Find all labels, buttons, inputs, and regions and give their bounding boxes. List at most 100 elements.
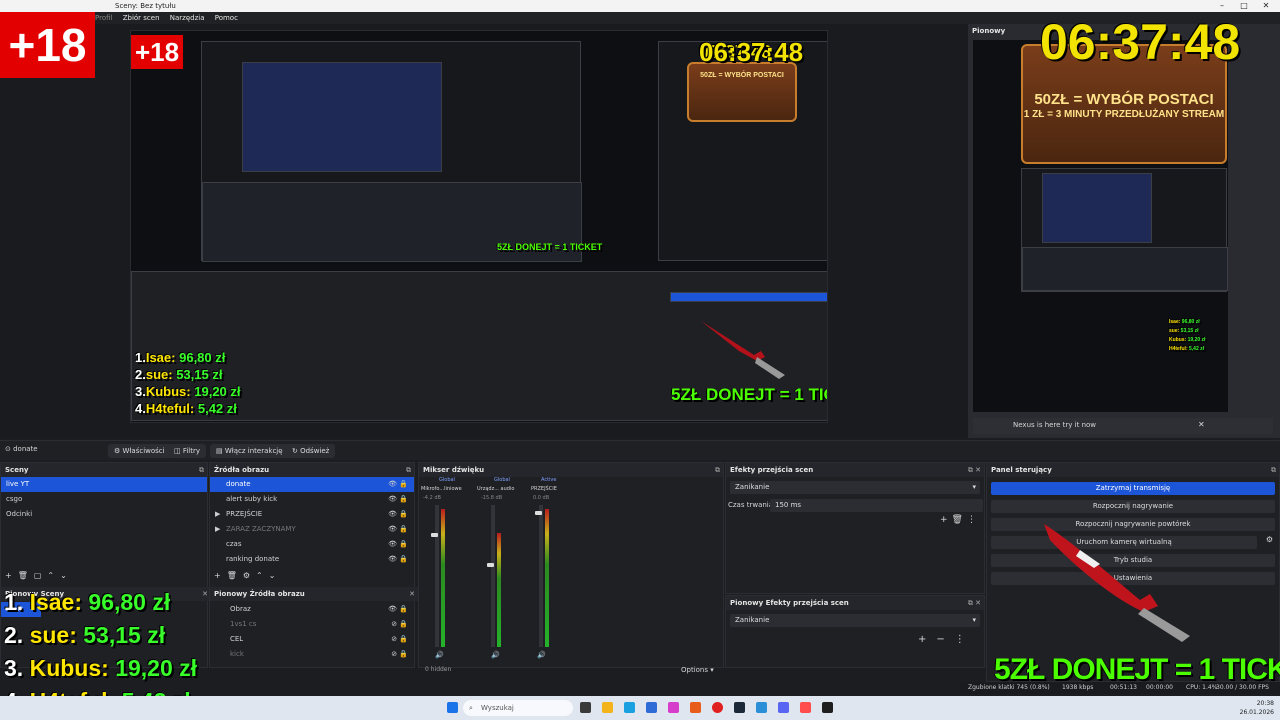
rank-row-2: 2. sue: 53,15 zł bbox=[4, 619, 197, 652]
mute-icon[interactable]: 🔊 bbox=[491, 651, 500, 659]
vertical-transition-controls[interactable]: +−⋮ bbox=[918, 634, 975, 645]
refresh-button[interactable]: ↻ Odśwież bbox=[286, 444, 336, 458]
minimize-icon[interactable]: – bbox=[1212, 0, 1232, 12]
scene-item[interactable]: Odcinki bbox=[1, 507, 207, 522]
properties-button[interactable]: ⚙ Właściwości bbox=[108, 444, 171, 458]
menu-profile[interactable]: Profil bbox=[95, 14, 112, 22]
dock-float-icon[interactable]: ⧉ bbox=[406, 463, 411, 477]
window-title-bar: Sceny: Bez tytułu – □ ✕ bbox=[0, 0, 1280, 12]
eye-lock-icon[interactable]: 👁 🔒 bbox=[388, 522, 408, 537]
sources-controls[interactable]: +🗑⚙⌃⌄ bbox=[214, 571, 281, 580]
dock-close-icon[interactable]: ⧉ ✕ bbox=[968, 596, 981, 610]
volume-meter bbox=[497, 533, 501, 647]
source-item[interactable]: alert suby kick 👁 🔒 bbox=[210, 492, 414, 507]
filters-button[interactable]: ◫ Filtry bbox=[168, 444, 207, 458]
vertical-source-item[interactable]: CEL ⊘ 🔒 bbox=[210, 632, 414, 647]
channel-name[interactable]: Mikrofo...liniowe bbox=[421, 486, 462, 492]
nexus-notification: Nexus is here try it now ✕ bbox=[973, 418, 1273, 434]
source-item[interactable]: donate 👁 🔒 bbox=[210, 477, 414, 492]
mixer-options-button[interactable]: Options ▾ bbox=[681, 666, 714, 674]
canvas-ranking: 1.Isae: 96,80 zł 2.sue: 53,15 zł 3.Kubus… bbox=[135, 349, 241, 417]
source-item[interactable]: ▶ PRZEJŚCIE 👁 🔒 bbox=[210, 507, 414, 522]
volume-fader[interactable] bbox=[487, 563, 494, 567]
eye-lock-icon[interactable]: 👁 🔒 bbox=[388, 492, 408, 507]
eye-lock-icon[interactable]: ⊘ 🔒 bbox=[391, 632, 408, 647]
gear-icon[interactable]: ⚙ bbox=[1266, 535, 1273, 544]
vertical-preview-canvas[interactable]: 50ZŁ = WYBÓR POSTACI 1 ZŁ = 3 MINUTY PRZ… bbox=[973, 40, 1228, 412]
dock-close-icon[interactable]: ✕ bbox=[409, 587, 415, 601]
record-time: 00:00:00 bbox=[1146, 684, 1173, 691]
dock-float-icon[interactable]: ⧉ bbox=[199, 463, 204, 477]
task-view-icon[interactable] bbox=[580, 702, 591, 713]
close-icon[interactable]: ✕ bbox=[1256, 0, 1276, 12]
eye-lock-icon[interactable]: 👁 🔒 bbox=[388, 602, 408, 617]
vertical-transition-select[interactable]: Zanikanie ▾ bbox=[730, 614, 980, 627]
scene-item[interactable]: csgo bbox=[1, 492, 207, 507]
mixer-header: Mikser dźwięku ⧉ bbox=[419, 463, 723, 477]
nexus-close-icon[interactable]: ✕ bbox=[1198, 420, 1205, 429]
eye-lock-icon[interactable]: 👁 🔒 bbox=[388, 552, 408, 567]
discord-icon[interactable] bbox=[778, 702, 789, 713]
menu-scene-collection[interactable]: Zbiór scen bbox=[123, 14, 160, 22]
group-expand-icon[interactable]: ▶ bbox=[215, 522, 220, 537]
source-item[interactable]: ranking donate 👁 🔒 bbox=[210, 552, 414, 567]
interact-button[interactable]: ▤ Włącz interakcję bbox=[210, 444, 289, 458]
start-recording-button[interactable]: Rozpocznij nagrywanie bbox=[991, 500, 1275, 513]
menu-tools[interactable]: Narzędzia bbox=[170, 14, 205, 22]
maximize-icon[interactable]: □ bbox=[1234, 0, 1254, 12]
eye-lock-icon[interactable]: 👁 🔒 bbox=[388, 507, 408, 522]
channel-name[interactable]: PRZEJŚCIE bbox=[531, 486, 557, 492]
file-explorer-icon[interactable] bbox=[602, 702, 613, 713]
volume-fader[interactable] bbox=[535, 511, 542, 515]
vertical-source-item[interactable]: kick ⊘ 🔒 bbox=[210, 647, 414, 662]
edge-icon[interactable] bbox=[624, 702, 635, 713]
source-item[interactable]: czas 👁 🔒 bbox=[210, 537, 414, 552]
nested-banner-line1: 50ZŁ = WYBÓR POSTACI bbox=[700, 72, 784, 79]
mute-icon[interactable]: 🔊 bbox=[537, 651, 546, 659]
mute-icon[interactable]: 🔊 bbox=[435, 651, 444, 659]
rank-value: 19,20 zł bbox=[1187, 337, 1206, 343]
app-icon[interactable] bbox=[668, 702, 679, 713]
duration-input[interactable]: 150 ms bbox=[770, 499, 983, 512]
channel-name[interactable]: Urządz... audio bbox=[477, 486, 514, 492]
opera-icon[interactable] bbox=[712, 702, 723, 713]
meter-track bbox=[491, 505, 495, 647]
volume-fader[interactable] bbox=[431, 533, 438, 537]
options-label: Options bbox=[681, 666, 709, 674]
eye-lock-icon[interactable]: 👁 🔒 bbox=[388, 537, 408, 552]
eye-lock-icon[interactable]: 👁 🔒 bbox=[388, 477, 408, 492]
dock-close-icon[interactable]: ✕ bbox=[202, 587, 208, 601]
menu-help[interactable]: Pomoc bbox=[215, 14, 238, 22]
dock-close-icon[interactable]: ⧉ ✕ bbox=[968, 463, 981, 477]
eye-lock-icon[interactable]: ⊘ 🔒 bbox=[391, 647, 408, 662]
app-icon[interactable] bbox=[756, 702, 767, 713]
rank-name: H4teful: bbox=[145, 401, 195, 416]
dock-float-icon[interactable]: ⧉ bbox=[715, 463, 720, 477]
group-expand-icon[interactable]: ▶ bbox=[215, 507, 220, 522]
vertical-transitions-dock: Pionowy Efekty przejścia scen ⧉ ✕ Zanikan… bbox=[725, 595, 985, 668]
scene-item[interactable]: live YT bbox=[1, 477, 207, 492]
source-label: alert suby kick bbox=[226, 495, 278, 503]
eye-lock-icon[interactable]: ⊘ 🔒 bbox=[391, 617, 408, 632]
start-icon[interactable] bbox=[447, 702, 458, 713]
steam-icon[interactable] bbox=[734, 702, 745, 713]
source-label: kick bbox=[230, 650, 244, 658]
stop-stream-button[interactable]: Zatrzymaj transmisję bbox=[991, 482, 1275, 495]
system-clock[interactable]: 20:38 26.01.2026 bbox=[1222, 699, 1274, 717]
taskbar-search[interactable]: ⌕ Wyszukaj bbox=[463, 700, 573, 716]
store-icon[interactable] bbox=[646, 702, 657, 713]
canvas-rank-1: 1.Isae: 96,80 zł bbox=[135, 349, 241, 366]
vertical-nested-docks bbox=[1022, 247, 1228, 291]
scenes-controls[interactable]: +🗑▢⌃⌄ bbox=[5, 571, 73, 580]
vertical-source-item[interactable]: Obraz 👁 🔒 bbox=[210, 602, 414, 617]
app-icon[interactable] bbox=[690, 702, 701, 713]
source-item[interactable]: ▶ ZARAZ ZACZYNAMY 👁 🔒 bbox=[210, 522, 414, 537]
transition-select[interactable]: Zanikanie ▾ bbox=[730, 481, 980, 494]
transition-controls[interactable]: +🗑⋮ bbox=[940, 515, 980, 525]
dock-float-icon[interactable]: ⧉ bbox=[1271, 463, 1276, 477]
vertical-source-item[interactable]: 1vs1 cs ⊘ 🔒 bbox=[210, 617, 414, 632]
chrome-icon[interactable] bbox=[800, 702, 811, 713]
nested-banner: 50ZŁ = WYBÓR POSTACI bbox=[687, 62, 797, 122]
program-preview-canvas[interactable]: 5ZŁ DONEJT = 1 TICKET 50ZŁ = WYBÓR POSTA… bbox=[130, 30, 828, 423]
obs-icon[interactable] bbox=[822, 702, 833, 713]
